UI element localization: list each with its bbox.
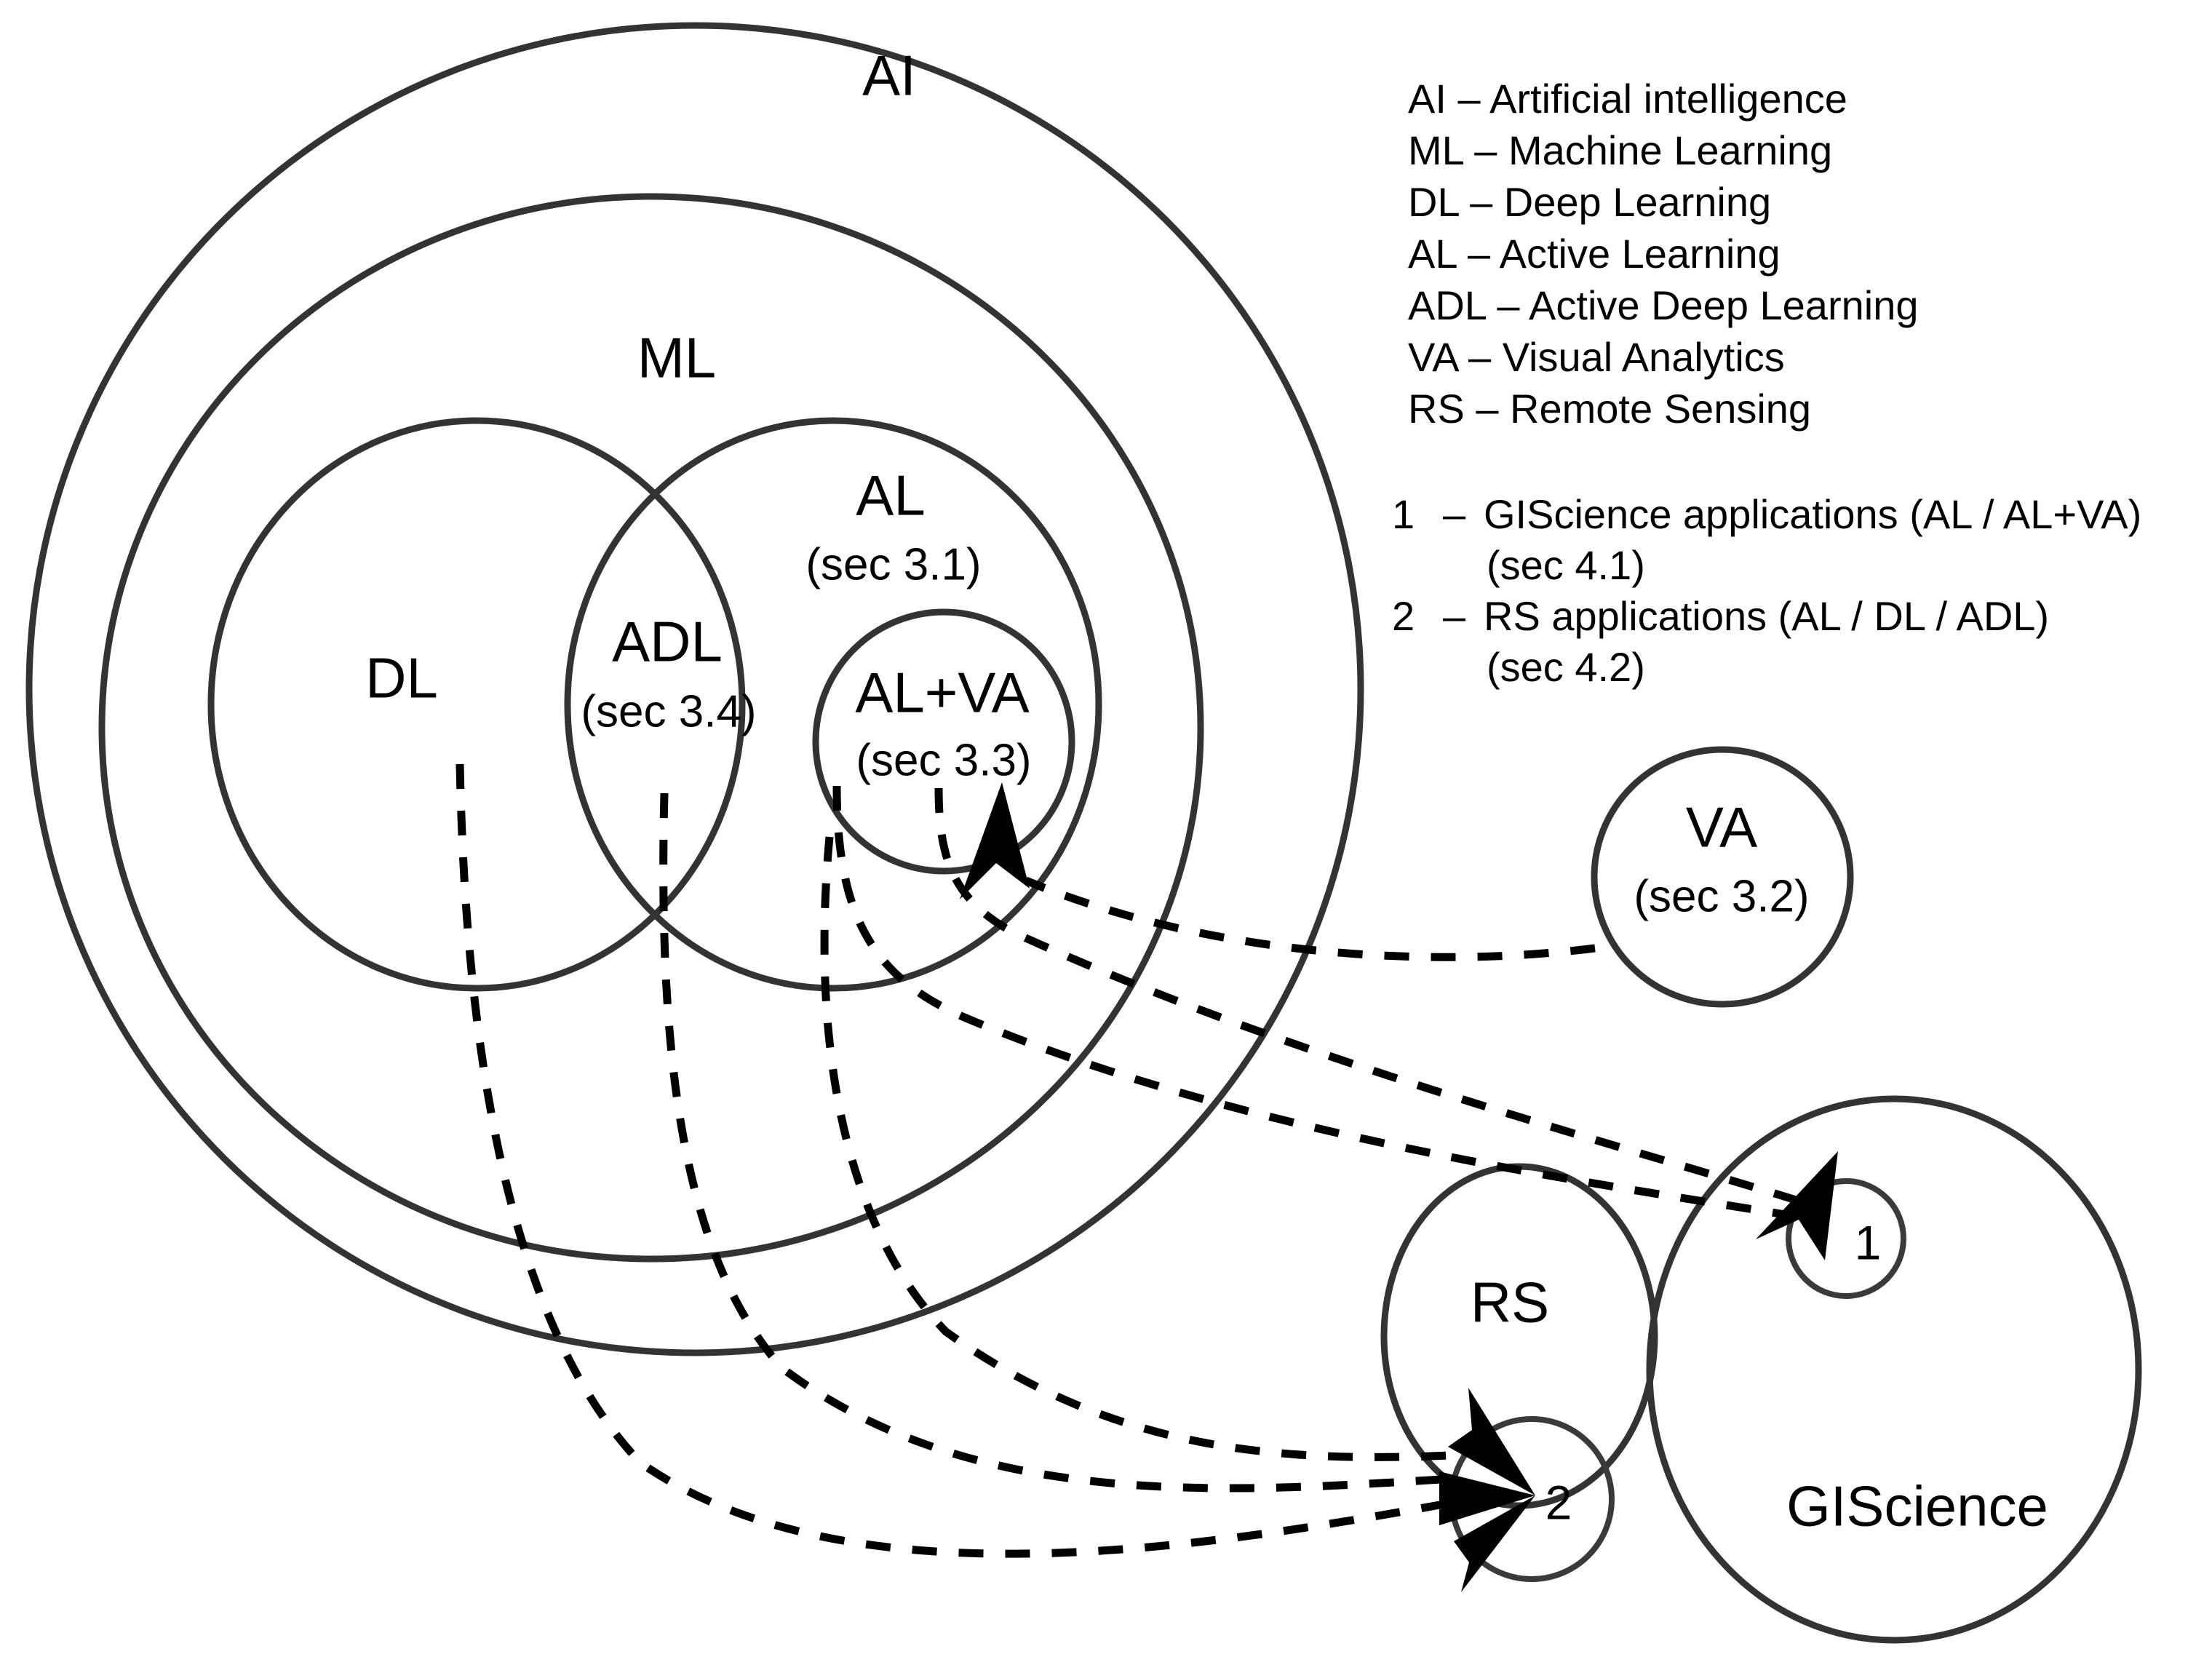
dl-label: DL (365, 646, 438, 710)
giscience-set-circle (1646, 1095, 2142, 1644)
legend-item-va: VA – Visual Analytics (1408, 334, 1785, 380)
abbreviation-legend: AI – Artificial intelligence ML – Machin… (1408, 73, 2194, 434)
link-adl-to-marker-two (659, 792, 1454, 1493)
legend-item-ml: ML – Machine Learning (1408, 127, 1833, 173)
legend-item-al: AL – Active Learning (1408, 231, 1781, 277)
va-label: VA (1686, 795, 1757, 859)
arrowhead-into-marker-one (1756, 1151, 1838, 1260)
numbered-notes-legend: 1 – GIScience applications (AL / AL+VA) … (1392, 489, 2207, 693)
note-one-text: GIScience applications (AL / AL+VA) (1484, 491, 2142, 537)
marker-one-label: 1 (1855, 1215, 1882, 1269)
alva-label: AL+VA (855, 661, 1029, 725)
note-one-section: (sec 4.1) (1487, 542, 1645, 588)
note-one-dash: – (1443, 491, 1466, 537)
note-two-text: RS applications (AL / DL / ADL) (1484, 593, 2050, 639)
rs-label: RS (1471, 1271, 1549, 1335)
note-two-dash: – (1443, 593, 1466, 639)
ml-label: ML (637, 326, 716, 390)
arrowhead-into-alva (960, 782, 1030, 899)
note-two-section: (sec 4.2) (1487, 644, 1645, 690)
note-item-one: 1 – GIScience applications (AL / AL+VA) (1392, 489, 2207, 540)
al-label: AL (856, 464, 925, 528)
legend-item-rs: RS – Remote Sensing (1408, 386, 1812, 432)
venn-diagram-canvas: VA (horizontal link from VA into AL+VA) … (0, 0, 2212, 1673)
giscience-label: GIScience (1786, 1474, 2048, 1538)
marker-two-label: 2 (1545, 1475, 1572, 1529)
ai-label: AI (862, 44, 916, 108)
note-two-number: 2 (1392, 593, 1415, 639)
al-section-label: (sec 3.1) (805, 539, 981, 589)
note-one-number: 1 (1392, 491, 1415, 537)
legend-item-ai: AI – Artificial intelligence (1408, 76, 1847, 122)
link-al-to-marker-two (820, 836, 1451, 1461)
legend-item-dl: DL – Deep Learning (1408, 179, 1772, 225)
va-section-label: (sec 3.2) (1634, 871, 1809, 921)
adl-label: ADL (612, 610, 723, 674)
alva-section-label: (sec 3.3) (856, 735, 1031, 785)
adl-section-label: (sec 3.4) (581, 686, 756, 736)
legend-item-adl: ADL – Active Deep Learning (1408, 282, 1919, 328)
note-item-two: 2 – RS applications (AL / DL / ADL) (1392, 591, 2207, 642)
